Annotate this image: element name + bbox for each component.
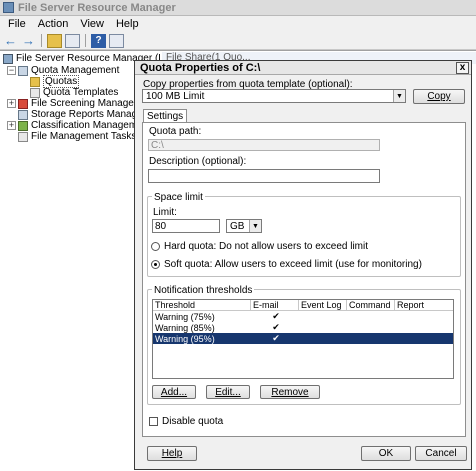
quota-properties-dialog: Quota Properties of C:\ x Copy propertie… — [134, 60, 472, 470]
close-icon[interactable]: x — [456, 62, 469, 74]
hard-quota-radio[interactable] — [151, 242, 160, 251]
file-screening-icon — [18, 98, 28, 109]
chevron-down-icon[interactable]: ▼ — [393, 90, 405, 102]
help-button[interactable]: Help — [147, 446, 197, 461]
quota-templates-icon — [30, 87, 40, 98]
column-event-log[interactable]: Event Log — [299, 300, 347, 310]
dialog-title: Quota Properties of C:\ — [140, 61, 261, 74]
tree-node-quotas[interactable]: Quotas — [30, 75, 80, 88]
quota-management-icon — [18, 65, 28, 76]
toolbar: ← → ? — [0, 32, 476, 50]
soft-quota-label: Soft quota: Allow users to exceed limit … — [164, 259, 422, 270]
remove-threshold-button[interactable]: Remove — [260, 385, 320, 399]
template-select-value: 100 MB Limit — [146, 90, 205, 102]
description-label: Description (optional): — [149, 156, 247, 167]
hard-quota-option[interactable]: Hard quota: Do not allow users to exceed… — [151, 241, 368, 252]
tree-node-quota-templates-label: Quota Templates — [43, 87, 119, 98]
space-limit-legend: Space limit — [152, 192, 205, 203]
disable-quota-option[interactable]: Disable quota — [149, 416, 223, 427]
threshold-cell: Warning (85%) — [155, 322, 215, 333]
back-arrow-icon[interactable]: ← — [3, 33, 18, 48]
disable-quota-label: Disable quota — [162, 416, 224, 427]
ok-button[interactable]: OK — [361, 446, 411, 461]
tree-node-file-management-tasks[interactable]: File Management Tasks — [18, 131, 136, 142]
help-icon[interactable]: ? — [91, 33, 106, 48]
chevron-down-icon[interactable]: ▼ — [249, 220, 261, 232]
table-row[interactable]: Warning (75%) ✔ — [153, 311, 453, 322]
table-row[interactable]: Warning (85%) ✔ — [153, 322, 453, 333]
thresholds-list[interactable]: Threshold E-mail Event Log Command Repor… — [152, 299, 454, 379]
menu-help[interactable]: Help — [110, 18, 145, 30]
notification-thresholds-legend: Notification thresholds — [152, 285, 255, 296]
app-title-bar: File Server Resource Manager — [0, 0, 476, 16]
column-report[interactable]: Report — [395, 300, 453, 310]
menu-file[interactable]: File — [2, 18, 32, 30]
disable-quota-checkbox[interactable] — [149, 417, 158, 426]
quota-path-field: C:\ — [148, 139, 380, 151]
copy-button[interactable]: Copy — [413, 89, 465, 104]
expand-icon[interactable]: + — [7, 121, 16, 130]
cancel-button[interactable]: Cancel — [415, 446, 467, 461]
table-row-selected[interactable]: Warning (95%) ✔ — [153, 333, 453, 344]
storage-reports-icon — [18, 109, 28, 120]
menu-action[interactable]: Action — [32, 18, 75, 30]
limit-unit-select[interactable]: GB ▼ — [226, 219, 262, 233]
expand-icon[interactable]: + — [7, 99, 16, 108]
soft-quota-option[interactable]: Soft quota: Allow users to exceed limit … — [151, 259, 422, 270]
email-check-icon: ✔ — [272, 322, 280, 332]
limit-unit-value: GB — [230, 220, 245, 232]
description-field[interactable] — [148, 169, 380, 183]
show-action-pane-icon[interactable] — [109, 33, 124, 48]
hard-quota-label: Hard quota: Do not allow users to exceed… — [164, 241, 368, 252]
email-check-icon: ✔ — [272, 311, 280, 321]
up-folder-icon[interactable] — [47, 33, 62, 48]
template-select[interactable]: 100 MB Limit ▼ — [142, 89, 406, 103]
column-threshold[interactable]: Threshold — [153, 300, 251, 310]
add-threshold-button[interactable]: Add... — [152, 385, 196, 399]
column-email[interactable]: E-mail — [251, 300, 299, 310]
dialog-title-bar: Quota Properties of C:\ — [135, 61, 471, 75]
toolbar-separator — [41, 34, 42, 47]
quotas-icon — [30, 76, 40, 87]
collapse-icon[interactable]: − — [7, 66, 16, 75]
file-management-tasks-icon — [18, 131, 28, 142]
settings-tab-panel: Quota path: C:\ Description (optional): … — [142, 122, 466, 437]
tree-node-file-management-tasks-label: File Management Tasks — [31, 131, 137, 142]
edit-threshold-button[interactable]: Edit... — [206, 385, 250, 399]
threshold-cell: Warning (75%) — [155, 311, 215, 322]
toolbar-separator — [85, 34, 86, 47]
limit-label: Limit: — [153, 207, 177, 218]
menu-bar: File Action View Help — [0, 16, 476, 32]
forward-arrow-icon[interactable]: → — [21, 33, 36, 48]
classification-icon — [18, 120, 28, 131]
threshold-cell: Warning (95%) — [155, 333, 215, 344]
tab-settings[interactable]: Settings — [143, 109, 188, 122]
soft-quota-radio[interactable] — [151, 260, 160, 269]
email-check-icon: ✔ — [272, 333, 280, 343]
app-icon — [3, 2, 14, 13]
limit-field[interactable]: 80 — [152, 219, 220, 233]
menu-view[interactable]: View — [74, 18, 110, 30]
thresholds-list-header: Threshold E-mail Event Log Command Repor… — [153, 300, 453, 311]
show-hide-tree-icon[interactable] — [65, 33, 80, 48]
tree-node-classification[interactable]: + Classification Management — [7, 120, 151, 131]
tree-node-quota-templates[interactable]: Quota Templates — [30, 87, 118, 98]
server-icon — [3, 53, 13, 64]
quota-path-label: Quota path: — [149, 126, 202, 137]
app-title: File Server Resource Manager — [18, 1, 176, 14]
column-command[interactable]: Command — [347, 300, 395, 310]
